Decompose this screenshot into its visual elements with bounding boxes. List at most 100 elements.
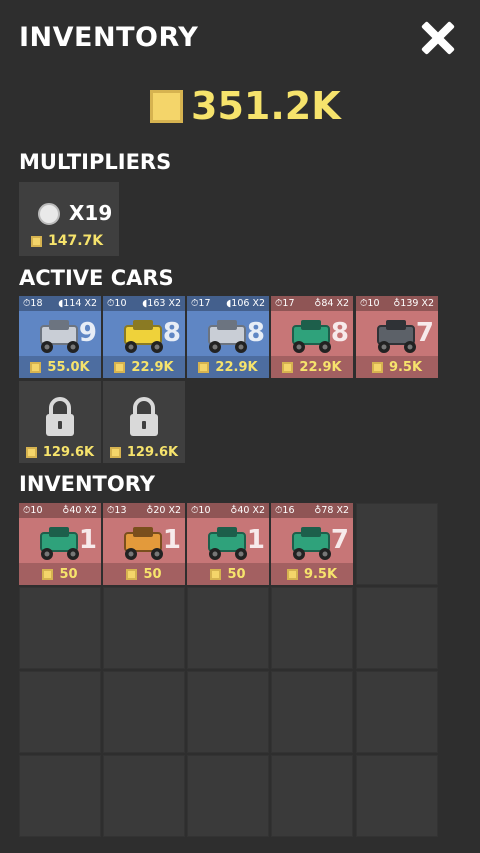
timer-stat: ⏱10 — [191, 505, 211, 516]
car-level: 7 — [330, 525, 349, 555]
multiplier-card[interactable]: X19 147.7K — [19, 182, 119, 256]
empty-slot[interactable] — [356, 755, 438, 837]
timer-stat: ⏱10 — [23, 505, 43, 516]
coin-stat: ◖163 X2 — [142, 298, 181, 309]
coin-stat: ♁78 X2 — [314, 505, 349, 516]
empty-slot[interactable] — [19, 587, 101, 669]
slot-price: 129.6K — [103, 441, 185, 463]
section-active-cars: ACTIVE CARS — [19, 266, 174, 290]
coin-icon — [282, 361, 294, 373]
close-icon[interactable] — [418, 18, 458, 58]
empty-slot[interactable] — [103, 755, 185, 837]
car-price: 22.9K — [271, 356, 353, 378]
empty-slot[interactable] — [187, 671, 269, 753]
balance-display: 351.2K — [150, 84, 341, 128]
multiplier-label: X19 — [69, 201, 113, 225]
coin-icon — [198, 361, 210, 373]
car-price: 50 — [103, 563, 185, 585]
car-tile[interactable]: ⏱13 ♁20 X2 1 50 — [103, 503, 185, 585]
timer-stat: ⏱13 — [107, 505, 127, 516]
car-stats: ⏱13 ♁20 X2 — [103, 503, 185, 518]
car-price: 50 — [19, 563, 101, 585]
slot-price-value: 129.6K — [42, 444, 95, 460]
empty-slot[interactable] — [356, 503, 438, 585]
car-level: 1 — [78, 525, 97, 555]
car-level: 8 — [246, 318, 265, 348]
empty-slot[interactable] — [187, 755, 269, 837]
car-tile[interactable]: ⏱17 ♁84 X2 8 22.9K — [271, 296, 353, 378]
coin-icon — [109, 446, 121, 458]
coin-icon — [31, 235, 42, 247]
car-level: 8 — [330, 318, 349, 348]
car-tile[interactable]: ⏱17 ◖106 X2 8 22.9K — [187, 296, 269, 378]
car-price-value: 22.9K — [215, 359, 258, 375]
car-price-value: 22.9K — [299, 359, 342, 375]
car-price: 9.5K — [271, 563, 353, 585]
coin-icon — [371, 361, 383, 373]
coin-icon — [126, 568, 138, 580]
car-stats: ⏱17 ♁84 X2 — [271, 296, 353, 311]
timer-stat: ⏱18 — [23, 298, 43, 309]
car-tile[interactable]: ⏱10 ♁40 X2 1 50 — [187, 503, 269, 585]
car-stats: ⏱18 ◖114 X2 — [19, 296, 101, 311]
coin-icon — [150, 89, 183, 123]
car-stats: ⏱10 ♁40 X2 — [187, 503, 269, 518]
coin-stat: ♁139 X2 — [393, 298, 434, 309]
car-tile[interactable]: ⏱18 ◖114 X2 9 55.0K — [19, 296, 101, 378]
locked-slot[interactable]: 129.6K — [103, 381, 185, 463]
empty-slot[interactable] — [19, 671, 101, 753]
coin-stat: ♁84 X2 — [314, 298, 349, 309]
car-stats: ⏱10 ◖163 X2 — [103, 296, 185, 311]
car-price: 22.9K — [103, 356, 185, 378]
coin-multiplier-icon — [38, 203, 60, 225]
coin-icon — [30, 361, 42, 373]
multiplier-price-value: 147.7K — [48, 233, 104, 249]
locked-slot[interactable]: 129.6K — [19, 381, 101, 463]
section-multipliers: MULTIPLIERS — [19, 150, 172, 174]
car-tile[interactable]: ⏱10 ♁40 X2 1 50 — [19, 503, 101, 585]
car-price-value: 22.9K — [131, 359, 174, 375]
car-price-value: 50 — [59, 566, 78, 582]
empty-slot[interactable] — [271, 755, 353, 837]
car-level: 7 — [415, 318, 434, 348]
timer-stat: ⏱17 — [191, 298, 211, 309]
balance-amount: 351.2K — [191, 84, 341, 128]
car-price-value: 9.5K — [388, 359, 423, 375]
coin-icon — [42, 568, 54, 580]
coin-icon — [114, 361, 126, 373]
empty-slot[interactable] — [271, 587, 353, 669]
car-stats: ⏱16 ♁78 X2 — [271, 503, 353, 518]
lock-icon — [130, 397, 158, 436]
empty-slot[interactable] — [103, 587, 185, 669]
timer-stat: ⏱17 — [275, 298, 295, 309]
car-tile[interactable]: ⏱10 ◖163 X2 8 22.9K — [103, 296, 185, 378]
empty-slot[interactable] — [271, 671, 353, 753]
car-level: 1 — [246, 525, 265, 555]
car-level: 9 — [78, 318, 97, 348]
empty-slot[interactable] — [356, 587, 438, 669]
empty-slot[interactable] — [356, 671, 438, 753]
coin-icon — [210, 568, 222, 580]
section-inventory: INVENTORY — [19, 472, 155, 496]
car-price: 22.9K — [187, 356, 269, 378]
timer-stat: ⏱10 — [360, 298, 380, 309]
multiplier-price: 147.7K — [31, 233, 103, 249]
coin-stat: ♁40 X2 — [230, 505, 265, 516]
car-price-value: 50 — [143, 566, 162, 582]
car-price-value: 50 — [227, 566, 246, 582]
coin-stat: ♁40 X2 — [62, 505, 97, 516]
empty-slot[interactable] — [187, 587, 269, 669]
car-tile[interactable]: ⏱16 ♁78 X2 7 9.5K — [271, 503, 353, 585]
timer-stat: ⏱16 — [275, 505, 295, 516]
timer-stat: ⏱10 — [107, 298, 127, 309]
car-stats: ⏱17 ◖106 X2 — [187, 296, 269, 311]
car-price: 9.5K — [356, 356, 438, 378]
car-stats: ⏱10 ♁139 X2 — [356, 296, 438, 311]
slot-price-value: 129.6K — [126, 444, 179, 460]
empty-slot[interactable] — [103, 671, 185, 753]
empty-slot[interactable] — [19, 755, 101, 837]
car-price: 55.0K — [19, 356, 101, 378]
car-tile[interactable]: ⏱10 ♁139 X2 7 9.5K — [356, 296, 438, 378]
coin-stat: ◖114 X2 — [58, 298, 97, 309]
car-stats: ⏱10 ♁40 X2 — [19, 503, 101, 518]
